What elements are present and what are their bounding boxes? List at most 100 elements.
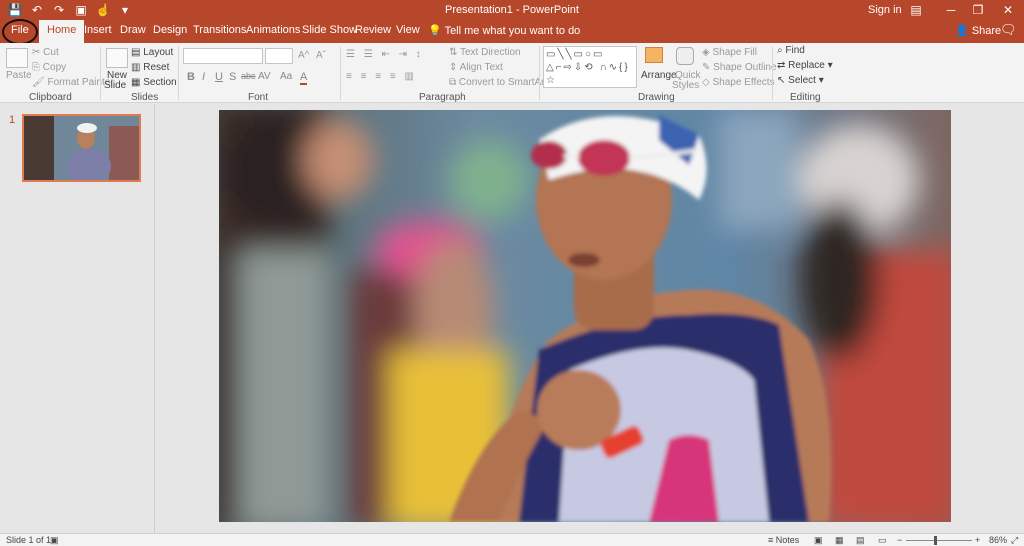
- paintbrush-icon: 🖌: [32, 77, 45, 88]
- convert-smartart-button[interactable]: ⧉ Convert to SmartArt: [449, 77, 547, 88]
- tell-me-search[interactable]: 💡 Tell me what you want to do: [428, 24, 580, 37]
- tab-slide-show[interactable]: Slide Show: [302, 24, 357, 36]
- cut-button[interactable]: ✂ Cut: [32, 47, 59, 58]
- select-label: Select: [788, 75, 816, 86]
- reading-view-icon[interactable]: ▤: [856, 535, 865, 546]
- smartart-icon: ⧉: [449, 77, 457, 88]
- zoom-slider-thumb[interactable]: [934, 536, 937, 545]
- divider: [100, 46, 101, 100]
- tab-design[interactable]: Design: [153, 24, 187, 36]
- effects-icon: ◇: [702, 77, 710, 88]
- section-button[interactable]: ▦ Section: [131, 77, 177, 88]
- quick-styles-icon[interactable]: [676, 47, 694, 65]
- convert-smartart-label: Convert to SmartArt: [458, 77, 548, 88]
- group-label-editing: Editing: [790, 92, 821, 103]
- align-text-button[interactable]: ⇕ Align Text: [449, 62, 503, 73]
- zoom-slider[interactable]: [906, 540, 972, 541]
- copy-button[interactable]: ⎘ Copy: [32, 62, 66, 73]
- slide-canvas[interactable]: [219, 110, 951, 522]
- paint-bucket-icon: ◈: [702, 47, 710, 58]
- reset-button[interactable]: ▥ Reset: [131, 62, 169, 73]
- text-direction-button[interactable]: ⇅ Text Direction: [449, 47, 521, 58]
- ribbon-tabs: File Home Insert Draw Design Transitions…: [0, 20, 1024, 43]
- change-case-button[interactable]: Aa: [280, 71, 292, 82]
- tab-home[interactable]: Home: [39, 20, 85, 43]
- normal-view-icon[interactable]: ▣: [814, 535, 823, 546]
- shadow-button[interactable]: S: [229, 71, 236, 83]
- font-size-combo[interactable]: [265, 48, 293, 64]
- zoom-out-icon[interactable]: −: [897, 535, 902, 545]
- pen-icon: ✎: [702, 62, 711, 73]
- character-spacing-button[interactable]: AV: [258, 71, 271, 82]
- athlete-photo[interactable]: [219, 110, 951, 522]
- divider: [772, 46, 773, 100]
- font-name-combo[interactable]: [183, 48, 263, 64]
- underline-button[interactable]: U: [215, 71, 223, 83]
- tab-insert[interactable]: Insert: [84, 24, 112, 36]
- find-button[interactable]: ⌕ Find: [777, 45, 805, 56]
- close-icon[interactable]: ✕: [997, 1, 1019, 19]
- replace-button[interactable]: ⇄ Replace ▾: [777, 60, 833, 71]
- list-buttons[interactable]: ☰ ☰ ⇤ ⇥ ↕: [346, 49, 424, 60]
- spelling-icon[interactable]: ▣: [50, 535, 59, 546]
- comments-icon[interactable]: 🗨: [1000, 22, 1017, 38]
- align-text-icon: ⇕: [449, 62, 458, 73]
- alignment-buttons[interactable]: ≡ ≡ ≡ ≡ ▥: [346, 71, 417, 82]
- bold-button[interactable]: B: [187, 71, 195, 83]
- reset-icon: ▥: [131, 62, 141, 73]
- font-shrink-icon[interactable]: Aˇ: [316, 50, 326, 61]
- layout-button[interactable]: ▤ Layout: [131, 47, 173, 58]
- shape-effects-button[interactable]: ◇ Shape Effects: [702, 77, 775, 88]
- tab-review[interactable]: Review: [355, 24, 391, 36]
- restore-icon[interactable]: ❐: [967, 1, 989, 19]
- zoom-level[interactable]: 86%: [989, 535, 1007, 545]
- fit-to-window-icon[interactable]: ⤢: [1011, 535, 1018, 546]
- zoom-in-icon[interactable]: +: [975, 535, 980, 545]
- new-slide-icon[interactable]: [106, 48, 128, 68]
- group-label-drawing: Drawing: [638, 92, 675, 103]
- shape-fill-label: Shape Fill: [712, 47, 757, 58]
- slide-thumbnail[interactable]: [22, 114, 141, 182]
- scissors-icon: ✂: [32, 47, 41, 58]
- tab-animations[interactable]: Animations: [246, 24, 300, 36]
- cut-label: Cut: [43, 47, 59, 58]
- tab-transitions[interactable]: Transitions: [193, 24, 246, 36]
- font-color-button[interactable]: A: [300, 71, 308, 85]
- group-label-clipboard: Clipboard: [29, 92, 72, 103]
- strikethrough-button[interactable]: abc: [241, 71, 256, 81]
- slide-sorter-icon[interactable]: ▦: [835, 535, 844, 546]
- paste-button[interactable]: Paste: [6, 70, 32, 81]
- quick-styles-label-2[interactable]: Styles: [672, 80, 699, 91]
- shapes-gallery[interactable]: ▭╲╲▭○▭ △⌐⇨⇩⟲ ∩∿{}☆: [543, 46, 637, 88]
- replace-icon: ⇄: [777, 60, 786, 71]
- tab-draw[interactable]: Draw: [120, 24, 146, 36]
- slide-show-icon[interactable]: ▭: [878, 535, 887, 546]
- ribbon: Paste ✂ Cut ⎘ Copy 🖌 Format Painter Clip…: [0, 43, 1024, 103]
- person-icon: 👤: [955, 25, 969, 37]
- thumbnail-photo: [24, 116, 139, 180]
- section-icon: ▦: [131, 77, 141, 88]
- select-button[interactable]: ↖ Select ▾: [777, 75, 824, 86]
- slide-info: Slide 1 of 1: [6, 535, 52, 545]
- notes-icon: ≡: [768, 535, 774, 545]
- sign-in-link[interactable]: Sign in: [868, 4, 902, 16]
- status-bar: Slide 1 of 1 ▣ ≡ Notes ▣ ▦ ▤ ▭ − + 86% ⤢: [0, 533, 1024, 546]
- tab-view[interactable]: View: [396, 24, 420, 36]
- text-direction-label: Text Direction: [460, 47, 521, 58]
- notes-button[interactable]: ≡ Notes: [768, 535, 799, 545]
- layout-icon: ▤: [131, 47, 141, 58]
- divider: [178, 46, 179, 100]
- italic-button[interactable]: I: [202, 71, 205, 83]
- new-slide-label-2[interactable]: Slide: [104, 80, 126, 91]
- share-button[interactable]: 👤 Share: [955, 24, 1001, 37]
- shape-outline-button[interactable]: ✎ Shape Outline: [702, 62, 777, 73]
- paste-icon[interactable]: [6, 48, 28, 68]
- shape-fill-button[interactable]: ◈ Shape Fill: [702, 47, 757, 58]
- minimize-icon[interactable]: ─: [940, 1, 962, 19]
- ribbon-display-icon[interactable]: ▤: [905, 1, 927, 19]
- shape-outline-label: Shape Outline: [713, 62, 777, 73]
- font-grow-icon[interactable]: A^: [298, 50, 309, 61]
- copy-icon: ⎘: [32, 62, 40, 73]
- arrange-icon[interactable]: [645, 47, 663, 63]
- format-painter-button[interactable]: 🖌 Format Painter: [32, 77, 114, 88]
